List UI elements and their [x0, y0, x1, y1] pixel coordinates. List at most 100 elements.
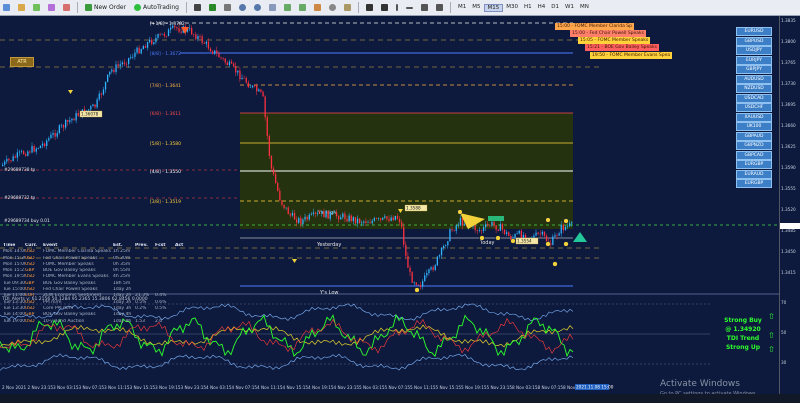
toolbar-cursor[interactable] [363, 1, 376, 14]
symbol-button[interactable]: GBPCAD [736, 150, 772, 160]
toolbar-templates[interactable] [341, 1, 354, 14]
text-tool-icon [436, 4, 443, 11]
toolbar-tile[interactable] [266, 1, 279, 14]
price-axis[interactable]: 1.3835 1.3800 1.3765 1.3730 1.3695 1.3660 1.36… [779, 16, 800, 394]
symbol-button[interactable]: GBPJPY [736, 65, 772, 74]
timeframe-mn[interactable]: MN [577, 4, 592, 12]
toolbar-periods[interactable] [326, 1, 339, 14]
signal-circle-icon [563, 241, 569, 247]
symbol-button[interactable]: USDCAD [736, 93, 772, 103]
candle-body [562, 224, 564, 231]
symbol-button[interactable]: EURUSD [736, 27, 772, 36]
symbol-button[interactable]: GBPAUD [736, 131, 772, 141]
candle-body [352, 217, 354, 222]
timeframe-m30[interactable]: M30 [503, 4, 521, 12]
toolbar-new-chart[interactable] [0, 1, 13, 14]
symbol-button[interactable]: EURAUD [736, 169, 772, 179]
candle-body [176, 27, 178, 29]
candle-body [125, 64, 128, 65]
news-item[interactable]: 15:00 - FOMC Member Clarida Sp [555, 23, 634, 30]
symbol-button[interactable]: EURGBP [736, 160, 772, 169]
symbol-button[interactable]: EURJPY [736, 55, 772, 65]
timeframe-d1[interactable]: D1 [548, 4, 562, 12]
new-order-button[interactable]: New Order [82, 1, 129, 14]
indicator-level-label: 30 [781, 360, 787, 365]
strong-buy-label: Strong Buy [724, 317, 762, 324]
toolbar-indicators[interactable] [311, 1, 324, 14]
news-item[interactable]: 15:00 - Fed Chair Powell Speaks [570, 30, 647, 37]
candle-body [434, 265, 436, 270]
news-item[interactable]: 19:50 - FOMC Member Evans Spea [590, 52, 673, 59]
candle-body [518, 230, 520, 234]
candle-body [195, 34, 197, 40]
candle-body [54, 133, 56, 137]
cursor-icon [366, 4, 373, 11]
candle-body [327, 210, 329, 219]
candle-body [480, 230, 483, 231]
toolbar-hline[interactable] [403, 1, 416, 14]
tdi-signal-panel: Strong Buy @ 1.34920 TDI Trend Strong Up [712, 316, 774, 352]
candle-body [146, 42, 149, 48]
toolbar-candle-chart[interactable] [206, 1, 219, 14]
toolbar-zoom-in[interactable] [236, 1, 249, 14]
symbol-button[interactable]: EURGBP [736, 179, 772, 188]
symbol-button[interactable]: GBPUSD [736, 36, 772, 46]
murrey-level-label: [7/8] - 1.3641 [150, 83, 181, 89]
symbol-button[interactable]: GBPNZD [736, 141, 772, 150]
news-item[interactable]: 15:05 - FOMC Member Speaks [578, 37, 651, 44]
chart-area[interactable]: [+1/8] - 1.3782 [8/8] - 1.3672 [7/8] - 1.3… [0, 16, 780, 394]
toolbar-market-watch[interactable] [30, 1, 43, 14]
toolbar-chart-shift[interactable] [296, 1, 309, 14]
timeframe-h1[interactable]: H1 [521, 4, 535, 12]
toolbar-crosshair[interactable] [378, 1, 391, 14]
candle-body [405, 244, 407, 257]
horizontal-line-icon [406, 6, 413, 9]
news-item[interactable]: 15:21 - BOE Gov Bailey Speaks [585, 44, 660, 51]
symbol-button[interactable]: AUDUSD [736, 74, 772, 84]
price-chart[interactable]: [+1/8] - 1.3782 [8/8] - 1.3672 [7/8] - 1.3… [0, 16, 780, 394]
symbol-button[interactable]: USDCHF [736, 103, 772, 112]
candle-body [461, 217, 464, 226]
table-cell: USD [25, 318, 35, 324]
candle-body [354, 217, 357, 224]
candle-body [373, 218, 375, 221]
candle-body [247, 82, 249, 88]
toolbar-text[interactable] [433, 1, 446, 14]
table-row[interactable]: Tue 19:00 USD 10-y Bond Auction 1day 9h 1.53… [3, 319, 218, 325]
candle-body [23, 151, 25, 155]
atr-badge: ATR [10, 57, 34, 67]
candle-body [283, 204, 285, 209]
candle-body [514, 234, 516, 238]
timeframe-w1[interactable]: W1 [562, 4, 577, 12]
candle-body [289, 214, 291, 216]
toolbar-navigator[interactable] [45, 1, 58, 14]
candle-body [33, 146, 35, 152]
timeframe-m1[interactable]: M1 [455, 4, 469, 12]
symbol-button[interactable]: NZDUSD [736, 84, 772, 93]
symbol-button[interactable]: XAUUSD [736, 112, 772, 122]
toolbar-profiles[interactable] [15, 1, 28, 14]
toolbar-vline[interactable] [393, 1, 401, 14]
toolbar-terminal[interactable] [60, 1, 73, 14]
candle-body [188, 28, 191, 29]
candle-body [413, 282, 415, 284]
toolbar-autoscroll[interactable] [281, 1, 294, 14]
candle-body [516, 233, 518, 235]
table-cell: 1day 9h [113, 318, 132, 324]
timeframe-m5[interactable]: M5 [469, 4, 483, 12]
toolbar-line-chart[interactable] [221, 1, 234, 14]
candle-body [319, 212, 321, 214]
timeframe-m15[interactable]: M15 [483, 3, 504, 12]
toolbar-bar-chart[interactable] [191, 1, 204, 14]
time-tick-label: 8 Nov 07:15 [538, 385, 564, 390]
candle-body [329, 212, 331, 219]
candle-body [20, 151, 23, 152]
autotrading-button[interactable]: AutoTrading [131, 1, 182, 14]
time-tick-label: 5 Nov 23:15 [487, 385, 513, 390]
symbol-button[interactable]: USDJPY [736, 46, 772, 55]
time-tick-label: 5 Nov 03:15 [359, 385, 385, 390]
symbol-button[interactable]: UK100 [736, 122, 772, 131]
toolbar-trendline[interactable] [418, 1, 431, 14]
toolbar-zoom-out[interactable] [251, 1, 264, 14]
timeframe-h4[interactable]: H4 [535, 4, 549, 12]
